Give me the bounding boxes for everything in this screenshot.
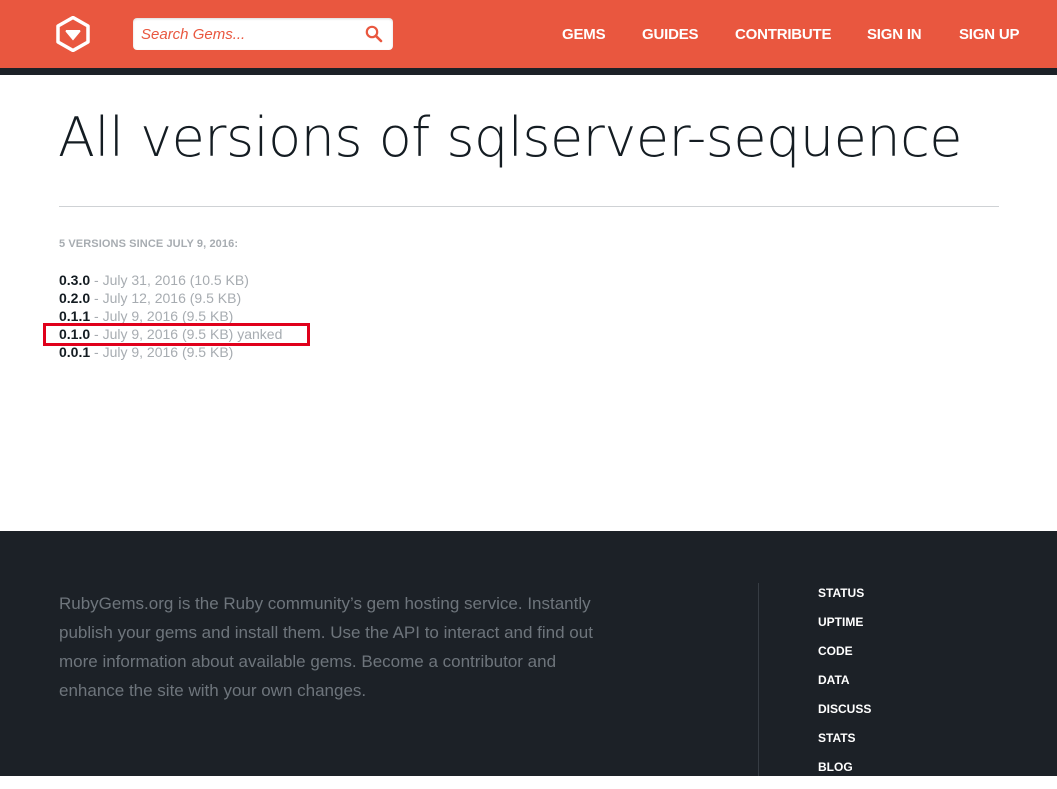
search-box [133, 18, 393, 50]
title-divider [59, 206, 999, 207]
version-details: - July 9, 2016 (9.5 KB) [94, 344, 234, 360]
nav-sign-in[interactable]: SIGN IN [867, 0, 922, 68]
version-details: - July 12, 2016 (9.5 KB) [94, 290, 242, 306]
footer-divider [758, 583, 759, 776]
version-details: - July 31, 2016 (10.5 KB) [94, 272, 249, 288]
version-item: 0.1.1 - July 9, 2016 (9.5 KB) [59, 307, 282, 325]
footer-link-code[interactable]: CODE [818, 644, 871, 673]
rubygems-diamond-icon[interactable] [55, 15, 91, 53]
footer-link-discuss[interactable]: DISCUSS [818, 702, 871, 731]
nav-contribute[interactable]: CONTRIBUTE [735, 0, 832, 68]
footer-links: STATUS UPTIME CODE DATA DISCUSS STATS BL… [818, 586, 871, 789]
footer-link-uptime[interactable]: UPTIME [818, 615, 871, 644]
version-link[interactable]: 0.1.0 [59, 326, 90, 342]
nav-guides[interactable]: GUIDES [642, 0, 699, 68]
top-bar-edge [0, 68, 1057, 75]
footer-link-stats[interactable]: STATS [818, 731, 871, 760]
versions-heading: 5 VERSIONS SINCE JULY 9, 2016: [59, 238, 239, 250]
version-list: 0.3.0 - July 31, 2016 (10.5 KB) 0.2.0 - … [59, 271, 282, 361]
site-footer: RubyGems.org is the Ruby community’s gem… [0, 531, 1057, 776]
footer-link-status[interactable]: STATUS [818, 586, 871, 615]
version-link[interactable]: 0.0.1 [59, 344, 90, 360]
nav-sign-up[interactable]: SIGN UP [959, 0, 1019, 68]
search-icon[interactable] [365, 25, 383, 43]
version-item: 0.2.0 - July 12, 2016 (9.5 KB) [59, 289, 282, 307]
version-item: 0.0.1 - July 9, 2016 (9.5 KB) [59, 343, 282, 361]
search-input[interactable] [133, 18, 358, 50]
version-item-yanked: 0.1.0 - July 9, 2016 (9.5 KB) yanked [59, 325, 282, 343]
page-title: All versions of sqlserver-sequence [58, 106, 963, 169]
footer-link-blog[interactable]: BLOG [818, 760, 871, 789]
footer-description: RubyGems.org is the Ruby community’s gem… [59, 594, 593, 700]
version-details: - July 9, 2016 (9.5 KB) yanked [94, 326, 283, 342]
nav-gems[interactable]: GEMS [562, 0, 606, 68]
footer-link-data[interactable]: DATA [818, 673, 871, 702]
version-details: - July 9, 2016 (9.5 KB) [94, 308, 234, 324]
version-link[interactable]: 0.1.1 [59, 308, 90, 324]
version-link[interactable]: 0.3.0 [59, 272, 90, 288]
version-link[interactable]: 0.2.0 [59, 290, 90, 306]
version-item: 0.3.0 - July 31, 2016 (10.5 KB) [59, 271, 282, 289]
